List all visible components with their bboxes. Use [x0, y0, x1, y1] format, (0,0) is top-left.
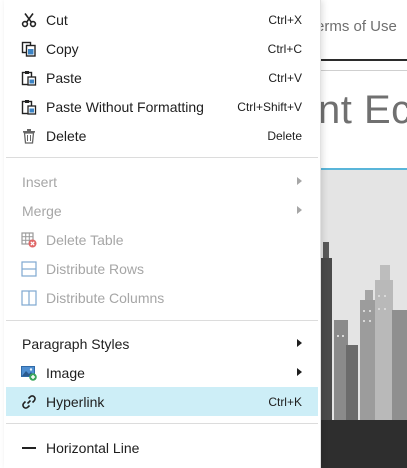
- menu-item-shortcut: Ctrl+K: [268, 394, 302, 409]
- editor-screen: erms of Use nt Ec Cut Ctrl+X Copy Ctrl+C…: [0, 0, 407, 468]
- menu-item-label: Horizontal Line: [46, 439, 140, 456]
- horizontal-line-icon: [20, 439, 38, 457]
- menu-item-insert[interactable]: Insert: [6, 167, 318, 196]
- distribute-rows-icon: [20, 260, 38, 278]
- menu-item-distribute-rows[interactable]: Distribute Rows: [6, 254, 318, 283]
- menu-item-label: Hyperlink: [46, 393, 105, 410]
- menu-item-delete-table[interactable]: Delete Table: [6, 225, 318, 254]
- menu-item-image[interactable]: Image: [6, 358, 318, 387]
- delete-table-icon: [20, 231, 38, 249]
- image-add-icon: [20, 364, 38, 382]
- menu-item-paste[interactable]: Paste Ctrl+V: [6, 63, 318, 92]
- submenu-arrow-icon: [297, 177, 302, 185]
- header-rule: [320, 59, 407, 61]
- menu-item-label: Delete: [46, 127, 87, 144]
- distribute-columns-icon: [20, 289, 38, 307]
- menu-item-label: Image: [46, 364, 85, 381]
- terms-of-use-link[interactable]: erms of Use: [316, 18, 397, 35]
- menu-item-cut[interactable]: Cut Ctrl+X: [6, 5, 318, 34]
- menu-item-distribute-columns[interactable]: Distribute Columns: [6, 283, 318, 312]
- trash-icon: [20, 127, 38, 145]
- menu-separator: [6, 157, 318, 158]
- menu-item-label: Cut: [46, 11, 68, 28]
- menu-item-shortcut: Ctrl+V: [268, 70, 302, 85]
- submenu-arrow-icon: [297, 339, 302, 347]
- menu-separator: [6, 423, 318, 424]
- page-heading: nt Ec: [318, 88, 407, 132]
- context-menu: Cut Ctrl+X Copy Ctrl+C Paste Ctrl+V Past…: [4, 0, 321, 468]
- link-icon: [20, 393, 38, 411]
- menu-item-label: Delete Table: [46, 231, 124, 248]
- scissors-icon: [20, 11, 38, 29]
- menu-item-paragraph-styles[interactable]: Paragraph Styles: [6, 329, 318, 358]
- paste-icon: [20, 69, 38, 87]
- menu-item-shortcut: Ctrl+C: [267, 41, 302, 56]
- menu-item-label: Paste Without Formatting: [46, 98, 204, 115]
- city-skyline-image: [320, 170, 407, 468]
- menu-item-horizontal-line[interactable]: Horizontal Line: [6, 433, 318, 462]
- menu-item-hyperlink[interactable]: Hyperlink Ctrl+K: [6, 387, 318, 416]
- menu-item-merge[interactable]: Merge: [6, 196, 318, 225]
- menu-item-shortcut: Delete: [267, 128, 302, 143]
- menu-item-label: Insert: [22, 173, 58, 190]
- menu-item-shortcut: Ctrl+X: [268, 12, 302, 27]
- submenu-arrow-icon: [297, 206, 302, 214]
- menu-item-label: Copy: [46, 40, 79, 57]
- header-rule-thin: [320, 70, 407, 71]
- copy-icon: [20, 40, 38, 58]
- menu-item-label: Paste: [46, 69, 82, 86]
- menu-item-copy[interactable]: Copy Ctrl+C: [6, 34, 318, 63]
- menu-item-label: Distribute Columns: [46, 289, 165, 306]
- menu-item-shortcut: Ctrl+Shift+V: [237, 99, 302, 114]
- menu-item-label: Paragraph Styles: [22, 335, 130, 352]
- menu-item-paste-without-formatting[interactable]: Paste Without Formatting Ctrl+Shift+V: [6, 92, 318, 121]
- submenu-arrow-icon: [297, 368, 302, 376]
- menu-item-label: Distribute Rows: [46, 260, 145, 277]
- menu-separator: [6, 320, 318, 321]
- city-photo: [320, 170, 407, 468]
- menu-item-delete[interactable]: Delete Delete: [6, 121, 318, 150]
- menu-item-label: Merge: [22, 202, 62, 219]
- paste-plain-icon: [20, 98, 38, 116]
